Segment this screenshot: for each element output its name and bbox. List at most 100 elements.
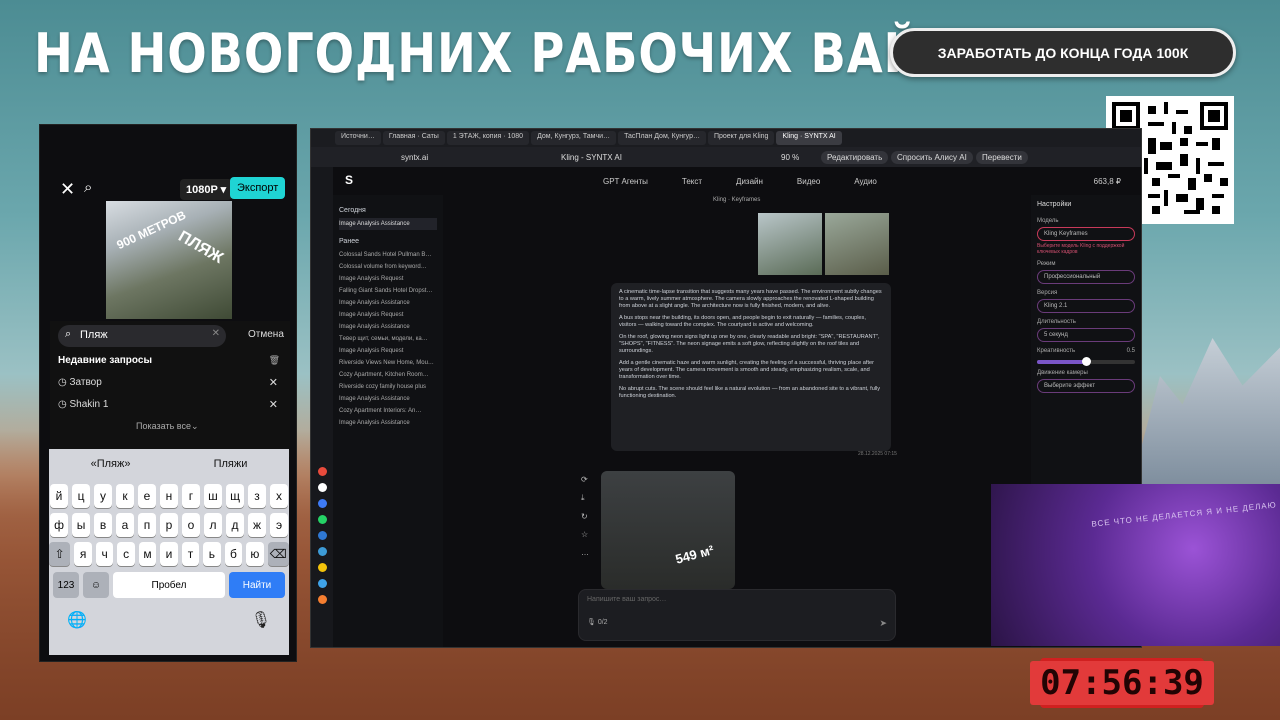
camera-select[interactable]: Выберите эффект xyxy=(1037,379,1135,393)
nav-item[interactable]: Видео xyxy=(797,177,820,186)
suggestion[interactable]: Пляжи xyxy=(214,458,248,470)
key[interactable]: в xyxy=(94,513,112,537)
send-icon[interactable]: ➤ xyxy=(879,618,887,629)
history-item[interactable]: Riverside Views New Home, Mou… xyxy=(339,357,437,369)
history-item[interactable]: Riverside cozy family house plus xyxy=(339,381,437,393)
key[interactable]: е xyxy=(138,484,156,508)
search-go-key[interactable]: Найти xyxy=(229,572,285,598)
key[interactable]: о xyxy=(182,513,200,537)
slider-knob[interactable] xyxy=(1082,357,1091,366)
remove-icon[interactable]: ✕ xyxy=(269,376,278,389)
browser-tab[interactable]: Проект для Kling xyxy=(707,131,775,145)
close-icon[interactable]: ✕ xyxy=(60,179,75,200)
key[interactable]: а xyxy=(116,513,134,537)
suggestion[interactable]: «Пляж» xyxy=(91,458,131,470)
prompt-input[interactable]: Напишите ваш запрос… 🎙 0/2 ➤ xyxy=(578,589,896,641)
browser-tab[interactable]: Главная · Саты xyxy=(382,131,445,145)
browser-tab[interactable]: Источни… xyxy=(335,131,381,145)
app-icon[interactable] xyxy=(317,515,327,524)
edit-button[interactable]: Редактировать xyxy=(821,151,889,164)
key[interactable]: ф xyxy=(50,513,68,537)
history-item[interactable]: Image Analysis Request xyxy=(339,345,437,357)
app-icon[interactable] xyxy=(317,579,327,588)
recent-item[interactable]: ◷ Shakin 1 xyxy=(58,399,108,410)
key[interactable]: ж xyxy=(248,513,266,537)
numbers-key[interactable]: 123 xyxy=(53,572,79,598)
translate-button[interactable]: Перевести xyxy=(976,151,1028,164)
keyframe-image[interactable] xyxy=(758,213,822,275)
nav-item[interactable]: Аудио xyxy=(854,177,877,186)
key[interactable]: б xyxy=(224,542,243,566)
nav-item[interactable]: GPT Агенты xyxy=(603,177,648,186)
app-icon[interactable] xyxy=(317,595,327,604)
duration-select[interactable]: 5 секунд xyxy=(1037,328,1135,342)
key[interactable]: ц xyxy=(72,484,90,508)
ask-alice-button[interactable]: Спросить Алису AI xyxy=(891,151,973,164)
key[interactable]: г xyxy=(182,484,200,508)
download-icon[interactable]: ⤓ xyxy=(581,493,595,503)
microphone-icon[interactable]: 🎙 xyxy=(251,610,271,630)
key[interactable]: э xyxy=(270,513,288,537)
browser-tab[interactable]: 1 ЭТАЖ, копия · 1080 xyxy=(446,131,530,145)
history-item[interactable]: Image Analysis Assistance xyxy=(339,321,437,333)
remove-icon[interactable]: ✕ xyxy=(269,398,278,411)
history-item[interactable]: Image Analysis Request xyxy=(339,309,437,321)
browser-tab[interactable]: Kling · SYNTX AI xyxy=(776,131,842,145)
trash-icon[interactable]: 🗑 xyxy=(269,355,280,366)
show-all-link[interactable]: Показать все⌄ xyxy=(136,421,199,432)
history-item[interactable]: Image Analysis Assistance xyxy=(339,393,437,405)
export-button[interactable]: Экспорт xyxy=(230,177,286,199)
resolution-select[interactable]: 1080P ▾ xyxy=(180,179,233,200)
history-item[interactable]: Tевер щит, семьи, модели, ка… xyxy=(339,333,437,345)
app-icon[interactable] xyxy=(317,563,327,572)
key[interactable]: у xyxy=(94,484,112,508)
browser-tab[interactable]: ТасПлан Дом, Кунгур… xyxy=(618,131,706,145)
history-item[interactable]: Falling Giant Sands Hotel Dropst… xyxy=(339,285,437,297)
shift-key[interactable]: ⇧ xyxy=(49,542,71,566)
search-input[interactable]: ⌕ Пляж ✕ xyxy=(58,325,226,347)
key[interactable]: з xyxy=(248,484,266,508)
globe-icon[interactable]: 🌐 xyxy=(67,610,87,630)
regenerate-icon[interactable]: ↻ xyxy=(581,512,595,521)
mode-select[interactable]: Профессиональный xyxy=(1037,270,1135,284)
clear-icon[interactable]: ✕ xyxy=(212,328,220,339)
key[interactable]: х xyxy=(270,484,288,508)
logo-icon[interactable]: S xyxy=(345,173,353,187)
key[interactable]: я xyxy=(74,542,92,566)
cancel-button[interactable]: Отмена xyxy=(248,329,284,340)
key[interactable]: м xyxy=(138,542,157,566)
key[interactable]: к xyxy=(116,484,134,508)
history-item[interactable]: Colossal Sands Hotel Pullman B… xyxy=(339,249,437,261)
app-icon[interactable] xyxy=(317,467,327,476)
keyframe-image[interactable] xyxy=(825,213,889,275)
breadcrumb[interactable]: Kling · Keyframes xyxy=(713,197,760,203)
zoom-level[interactable]: 90 % xyxy=(781,153,799,162)
key[interactable]: ш xyxy=(204,484,222,508)
key[interactable]: щ xyxy=(226,484,244,508)
nav-item[interactable]: Дизайн xyxy=(736,177,763,186)
history-item[interactable]: Image Analysis Assistance xyxy=(339,218,437,230)
space-key[interactable]: Пробел xyxy=(113,572,225,598)
attach-counter[interactable]: 🎙 0/2 xyxy=(587,618,608,626)
key[interactable]: т xyxy=(181,542,200,566)
history-item[interactable]: Cozy Apartment, Kitchen Room… xyxy=(339,369,437,381)
backspace-key[interactable]: ⌫ xyxy=(267,542,289,566)
search-icon[interactable]: ⌕ xyxy=(84,179,92,196)
model-select[interactable]: Kling Keyframes xyxy=(1037,227,1135,241)
url-field[interactable]: syntx.ai xyxy=(401,153,428,162)
key[interactable]: ч xyxy=(95,542,114,566)
history-item[interactable]: Colossal volume from keyword… xyxy=(339,261,437,273)
key[interactable]: и xyxy=(160,542,178,566)
history-item[interactable]: Image Analysis Request xyxy=(339,273,437,285)
key[interactable]: л xyxy=(204,513,222,537)
key[interactable]: ы xyxy=(72,513,90,537)
star-icon[interactable]: ☆ xyxy=(581,530,595,539)
nav-item[interactable]: Текст xyxy=(682,177,702,186)
app-icon[interactable] xyxy=(317,483,327,492)
key[interactable]: п xyxy=(138,513,156,537)
refresh-icon[interactable]: ⟳ xyxy=(581,475,595,484)
app-icon[interactable] xyxy=(317,547,327,556)
creativity-slider[interactable] xyxy=(1037,357,1135,366)
app-icon[interactable] xyxy=(317,499,327,508)
app-icon[interactable] xyxy=(317,531,327,540)
